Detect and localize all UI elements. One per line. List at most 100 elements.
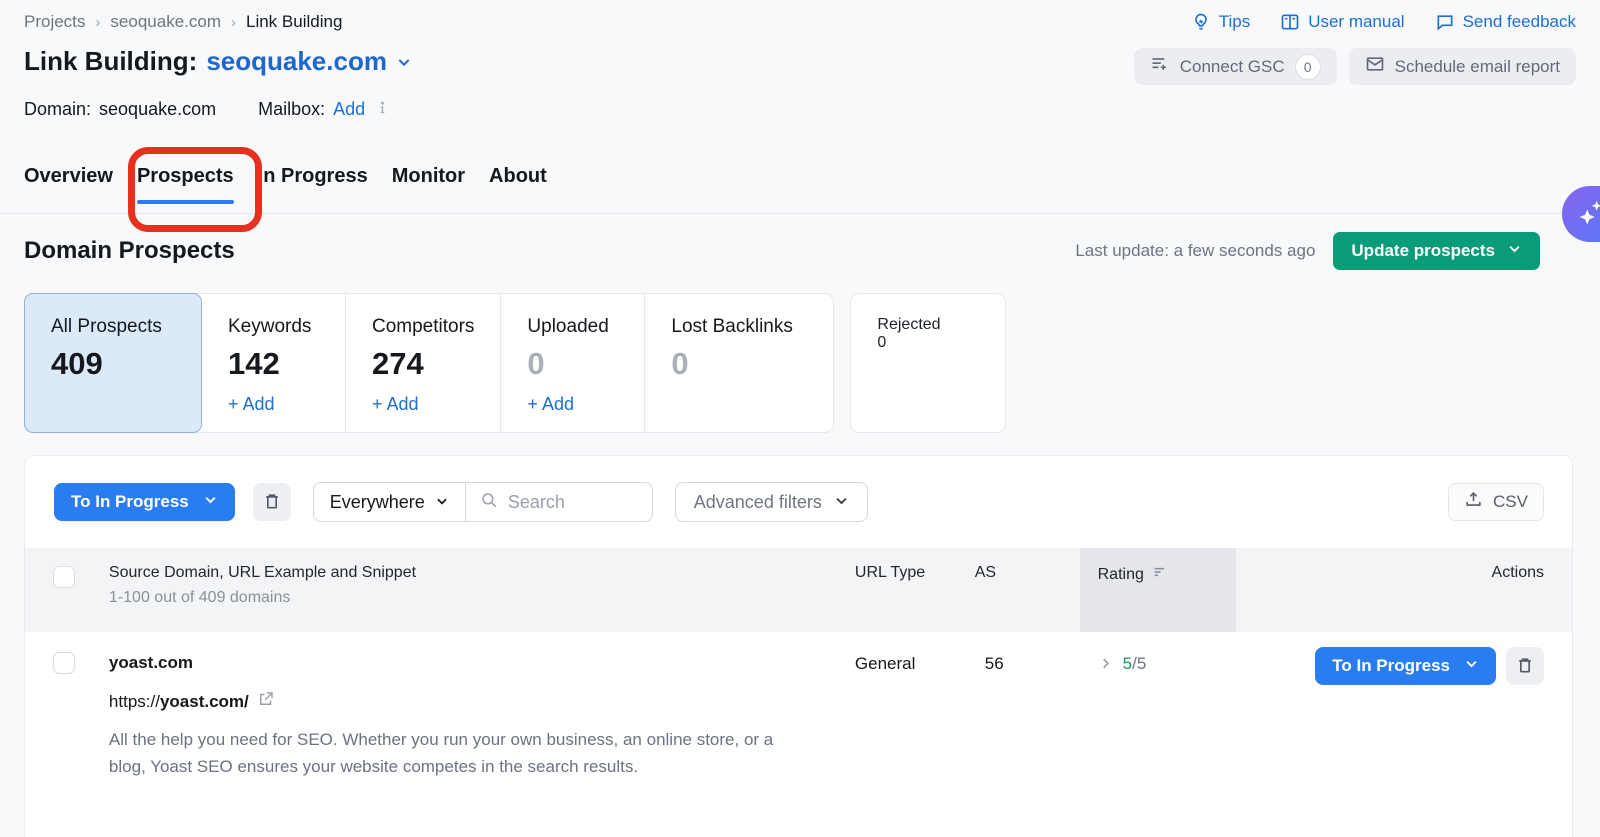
column-source-label: Source Domain, URL Example and Snippet bbox=[109, 564, 855, 582]
bulk-delete-button[interactable] bbox=[253, 483, 291, 521]
card-keywords[interactable]: Keywords 142 + Add bbox=[202, 294, 346, 432]
add-competitors-link[interactable]: + Add bbox=[372, 394, 474, 415]
row-url-text[interactable]: https://yoast.com/ bbox=[109, 692, 249, 712]
column-rating-label: Rating bbox=[1098, 566, 1144, 584]
domain-label: Domain: bbox=[24, 99, 91, 120]
breadcrumb-row: Projects › seoquake.com › Link Building … bbox=[24, 12, 1576, 32]
advanced-filters-dropdown[interactable]: Advanced filters bbox=[675, 482, 868, 522]
card-value: 0 bbox=[877, 334, 979, 352]
row-delete-button[interactable] bbox=[1506, 647, 1544, 685]
sparkles-icon bbox=[1576, 197, 1600, 232]
row-rating-cell: 5/5 bbox=[1080, 632, 1237, 780]
card-all-prospects[interactable]: All Prospects 409 bbox=[24, 293, 202, 433]
search-icon bbox=[480, 491, 498, 514]
card-label: Keywords bbox=[228, 316, 319, 338]
sort-desc-icon[interactable] bbox=[1152, 564, 1168, 585]
export-csv-label: CSV bbox=[1493, 492, 1528, 512]
select-all-checkbox[interactable] bbox=[53, 566, 75, 588]
row-domain[interactable]: yoast.com bbox=[109, 653, 855, 673]
card-label: Rejected bbox=[877, 316, 979, 334]
tab-monitor[interactable]: Monitor bbox=[392, 165, 465, 204]
breadcrumb-project[interactable]: seoquake.com bbox=[110, 12, 221, 32]
feedback-bubble-icon bbox=[1435, 12, 1455, 32]
scope-dropdown[interactable]: Everywhere bbox=[314, 483, 466, 521]
breadcrumb-current: Link Building bbox=[246, 12, 342, 32]
table-header: Source Domain, URL Example and Snippet 1… bbox=[25, 548, 1572, 632]
search-input[interactable] bbox=[508, 492, 628, 513]
row-checkbox[interactable] bbox=[53, 652, 75, 674]
card-value: 0 bbox=[527, 346, 618, 382]
card-value: 274 bbox=[372, 346, 474, 382]
mailbox-add-link[interactable]: Add bbox=[333, 99, 365, 120]
card-label: All Prospects bbox=[51, 316, 175, 338]
chevron-down-icon[interactable] bbox=[396, 46, 412, 77]
section-title: Domain Prospects bbox=[24, 237, 235, 265]
connect-gsc-label: Connect GSC bbox=[1180, 57, 1285, 77]
add-keywords-link[interactable]: + Add bbox=[228, 394, 319, 415]
row-url-type-cell: General bbox=[855, 632, 975, 780]
chevron-right-icon: › bbox=[231, 14, 236, 31]
row-check-cell bbox=[25, 632, 109, 780]
schedule-email-report-label: Schedule email report bbox=[1395, 57, 1560, 77]
add-uploaded-link[interactable]: + Add bbox=[527, 394, 618, 415]
card-lost-backlinks[interactable]: Lost Backlinks 0 bbox=[645, 294, 833, 432]
header-actions-cell: Actions bbox=[1236, 548, 1572, 632]
card-competitors[interactable]: Competitors 274 + Add bbox=[346, 294, 501, 432]
domain-row: Domain: seoquake.com Mailbox: Add bbox=[24, 99, 390, 120]
card-label: Lost Backlinks bbox=[671, 316, 807, 338]
section-head: Domain Prospects Last update: a few seco… bbox=[24, 232, 1540, 270]
title-actions: Connect GSC 0 Schedule email report bbox=[1134, 48, 1576, 85]
upload-icon bbox=[1464, 490, 1483, 514]
prospect-cards: All Prospects 409 Keywords 142 + Add Com… bbox=[24, 293, 1006, 433]
info-icon[interactable] bbox=[375, 99, 390, 120]
envelope-icon bbox=[1365, 54, 1385, 79]
chevron-right-icon[interactable] bbox=[1098, 656, 1113, 676]
breadcrumb-projects[interactable]: Projects bbox=[24, 12, 85, 32]
row-url: https://yoast.com/ bbox=[109, 690, 855, 713]
row-url-type: General bbox=[855, 654, 915, 673]
tab-about[interactable]: About bbox=[489, 165, 547, 204]
page-title: Link Building: seoquake.com bbox=[24, 46, 412, 77]
external-link-icon[interactable] bbox=[257, 690, 275, 713]
tips-link[interactable]: Tips bbox=[1191, 12, 1251, 32]
tab-in-progress[interactable]: In Progress bbox=[258, 165, 368, 204]
list-plus-icon bbox=[1150, 54, 1170, 79]
mailbox-label: Mailbox: bbox=[258, 99, 325, 120]
connect-gsc-button[interactable]: Connect GSC 0 bbox=[1134, 48, 1337, 85]
project-selector[interactable]: seoquake.com bbox=[206, 46, 387, 77]
chevron-down-icon bbox=[435, 492, 449, 513]
trash-icon bbox=[1515, 655, 1535, 678]
scope-search-group: Everywhere bbox=[313, 482, 653, 522]
user-manual-link[interactable]: User manual bbox=[1280, 12, 1404, 32]
column-as-label: AS bbox=[975, 564, 1080, 582]
header-source-cell: Source Domain, URL Example and Snippet 1… bbox=[109, 548, 855, 632]
bulk-to-in-progress-button[interactable]: To In Progress bbox=[54, 483, 235, 521]
breadcrumb: Projects › seoquake.com › Link Building bbox=[24, 12, 342, 32]
domain-value: seoquake.com bbox=[99, 99, 216, 120]
row-as-cell: 56 bbox=[975, 632, 1080, 780]
row-to-in-progress-button[interactable]: To In Progress bbox=[1315, 647, 1496, 685]
header-as-cell[interactable]: AS bbox=[975, 548, 1080, 632]
card-uploaded[interactable]: Uploaded 0 + Add bbox=[501, 294, 645, 432]
chevron-down-icon bbox=[203, 492, 218, 512]
chevron-down-icon bbox=[1464, 656, 1479, 676]
scope-label: Everywhere bbox=[330, 492, 425, 513]
header-rating-cell[interactable]: Rating bbox=[1080, 548, 1237, 632]
send-feedback-link[interactable]: Send feedback bbox=[1435, 12, 1576, 32]
card-value: 0 bbox=[671, 346, 807, 382]
tab-prospects[interactable]: Prospects bbox=[137, 165, 234, 204]
tab-overview[interactable]: Overview bbox=[24, 165, 113, 204]
row-actions-cell: To In Progress bbox=[1236, 632, 1572, 780]
update-prospects-button[interactable]: Update prospects bbox=[1333, 232, 1540, 270]
card-label: Competitors bbox=[372, 316, 474, 338]
section-actions: Last update: a few seconds ago Update pr… bbox=[1075, 232, 1540, 270]
ai-assistant-button[interactable] bbox=[1562, 186, 1600, 242]
header-url-type-cell[interactable]: URL Type bbox=[855, 548, 975, 632]
table-row: yoast.com https://yoast.com/ All the hel… bbox=[25, 632, 1572, 780]
export-csv-button[interactable]: CSV bbox=[1448, 483, 1544, 521]
row-rating[interactable]: 5/5 bbox=[1123, 654, 1147, 674]
advanced-filters-label: Advanced filters bbox=[694, 492, 822, 513]
card-rejected[interactable]: Rejected 0 bbox=[850, 293, 1006, 433]
row-as-value: 56 bbox=[985, 654, 1004, 673]
schedule-email-report-button[interactable]: Schedule email report bbox=[1349, 48, 1576, 85]
